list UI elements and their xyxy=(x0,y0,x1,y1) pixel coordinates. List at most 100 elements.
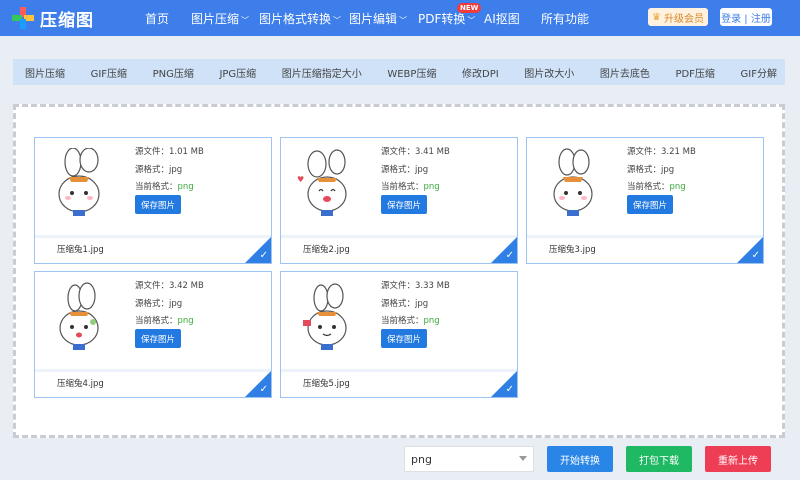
bunny-mascot-image: ♥ xyxy=(297,149,347,216)
save-image-button[interactable]: 保存图片 xyxy=(381,329,427,348)
save-image-button[interactable]: 保存图片 xyxy=(135,329,181,348)
source-format: 源格式：jpg xyxy=(135,298,183,309)
nav-home[interactable]: 首页 xyxy=(145,10,169,27)
current-format: 当前格式：png xyxy=(627,179,696,197)
nav-label: 图片压缩 xyxy=(191,12,240,26)
result-card: 源文件：3.21 MB 源格式：jpg 当前格式：png 保存图片 压缩兔3.j… xyxy=(526,137,764,264)
file-name: 压缩兔1.jpg xyxy=(57,245,104,255)
subnav-modify-dpi[interactable]: 修改DPI xyxy=(462,65,499,80)
card-divider xyxy=(527,235,763,238)
source-format: 源格式：jpg xyxy=(627,164,675,175)
image-thumbnail xyxy=(43,280,115,360)
file-name: 压缩兔3.jpg xyxy=(549,245,596,255)
login-register-button[interactable]: 登录 | 注册 xyxy=(720,8,772,26)
current-format-prefix: 当前格式： xyxy=(381,316,424,326)
card-divider xyxy=(281,235,517,238)
nav-all-features[interactable]: 所有功能 xyxy=(541,10,589,27)
current-format-value: png xyxy=(177,316,194,326)
upload-dropzone[interactable]: 源文件：1.01 MB 源格式：jpg 当前格式：png 保存图片 压缩兔1.j… xyxy=(13,104,785,438)
subnav-image-compress[interactable]: 图片压缩 xyxy=(25,65,65,80)
check-icon: ✓ xyxy=(505,384,514,395)
current-format-value: png xyxy=(669,182,686,192)
current-format-value: png xyxy=(177,182,194,192)
bunny-mascot-image xyxy=(553,148,593,216)
result-card: ♥ 源文件：3.41 MB 源格式：jpg 当前格式：png 保存图片 压缩兔2… xyxy=(280,137,518,264)
subnav-resize-image[interactable]: 图片改大小 xyxy=(524,65,574,80)
save-image-button[interactable]: 保存图片 xyxy=(135,195,181,214)
save-image-button[interactable]: 保存图片 xyxy=(381,195,427,214)
nav-label: AI抠图 xyxy=(484,12,520,26)
current-format: 当前格式：png xyxy=(135,179,204,197)
chevron-down-icon: ﹀ xyxy=(241,16,250,25)
file-info: 源文件：3.42 MB 源格式：jpg 当前格式：png xyxy=(135,278,204,331)
crown-icon: ♛ xyxy=(652,11,661,23)
subnav-pdf-compress[interactable]: PDF压缩 xyxy=(675,65,714,80)
image-thumbnail: ♥ xyxy=(289,146,361,226)
check-icon: ✓ xyxy=(259,250,268,261)
subnav-gif-split[interactable]: GIF分解 xyxy=(741,65,777,80)
nav-label: 图片编辑 xyxy=(349,12,398,26)
new-badge: NEW xyxy=(457,3,482,13)
reupload-button[interactable]: 重新上传 xyxy=(705,446,771,472)
subnav-compress-to-size[interactable]: 图片压缩指定大小 xyxy=(282,65,362,80)
source-size: 源文件：3.33 MB xyxy=(381,281,450,291)
current-format: 当前格式：png xyxy=(381,313,450,331)
nav-label: 图片格式转换 xyxy=(259,12,332,26)
subnav-webp-compress[interactable]: WEBP压缩 xyxy=(387,65,436,80)
card-divider xyxy=(35,369,271,372)
result-card: 源文件：1.01 MB 源格式：jpg 当前格式：png 保存图片 压缩兔1.j… xyxy=(34,137,272,264)
source-size: 源文件：3.41 MB xyxy=(381,147,450,157)
logo-text: 压缩图 xyxy=(40,10,94,31)
nav-label: 所有功能 xyxy=(541,12,590,26)
card-divider xyxy=(35,235,271,238)
nav-ai-cutout[interactable]: AI抠图 xyxy=(484,10,520,27)
file-name: 压缩兔4.jpg xyxy=(57,379,104,389)
output-format-select[interactable]: png xyxy=(404,446,534,472)
source-size: 源文件：3.42 MB xyxy=(135,281,204,291)
current-format-value: png xyxy=(423,182,440,192)
chevron-down-icon: ﹀ xyxy=(467,16,476,25)
image-thumbnail xyxy=(289,280,361,360)
subnav-remove-background[interactable]: 图片去底色 xyxy=(600,65,650,80)
download-all-button[interactable]: 打包下载 xyxy=(626,446,692,472)
file-name: 压缩兔5.jpg xyxy=(303,379,350,389)
subnav-gif-compress[interactable]: GIF压缩 xyxy=(91,65,127,80)
current-format-prefix: 当前格式： xyxy=(381,182,424,192)
bunny-mascot-image xyxy=(303,283,347,350)
source-format: 源格式：jpg xyxy=(381,164,429,175)
card-divider xyxy=(281,369,517,372)
nav-image-compress[interactable]: 图片压缩 ﹀ xyxy=(191,10,249,27)
current-format-prefix: 当前格式： xyxy=(135,316,178,326)
subnav-png-compress[interactable]: PNG压缩 xyxy=(153,65,194,80)
save-image-button[interactable]: 保存图片 xyxy=(627,195,673,214)
upgrade-vip-button[interactable]: ♛ 升级会员 xyxy=(648,8,708,26)
file-info: 源文件：3.41 MB 源格式：jpg 当前格式：png xyxy=(381,144,450,197)
file-info: 源文件：3.21 MB 源格式：jpg 当前格式：png xyxy=(627,144,696,197)
source-size: 源文件：3.21 MB xyxy=(627,147,696,157)
nav-label: PDF转换 xyxy=(418,12,466,26)
bunny-mascot-image xyxy=(58,148,100,216)
nav-image-edit[interactable]: 图片编辑 ﹀ xyxy=(349,10,407,27)
source-format: 源格式：jpg xyxy=(381,298,429,309)
caret-down-icon xyxy=(519,456,527,461)
nav-format-convert[interactable]: 图片格式转换 ﹀ xyxy=(259,10,341,27)
start-convert-button[interactable]: 开始转换 xyxy=(547,446,613,472)
result-card: 源文件：3.33 MB 源格式：jpg 当前格式：png 保存图片 压缩兔5.j… xyxy=(280,271,518,398)
file-info: 源文件：1.01 MB 源格式：jpg 当前格式：png xyxy=(135,144,204,197)
site-logo[interactable]: 压缩图 xyxy=(12,5,94,31)
current-format-prefix: 当前格式： xyxy=(627,182,670,192)
svg-text:♥: ♥ xyxy=(297,175,304,184)
current-format-value: png xyxy=(423,316,440,326)
chevron-down-icon: ﹀ xyxy=(399,16,408,25)
check-icon: ✓ xyxy=(259,384,268,395)
source-size: 源文件：1.01 MB xyxy=(135,147,204,157)
current-format: 当前格式：png xyxy=(381,179,450,197)
subnav-jpg-compress[interactable]: JPG压缩 xyxy=(219,65,256,80)
selected-format: png xyxy=(411,452,432,466)
source-format: 源格式：jpg xyxy=(135,164,183,175)
image-thumbnail xyxy=(43,146,115,226)
chevron-down-icon: ﹀ xyxy=(333,16,342,25)
file-name: 压缩兔2.jpg xyxy=(303,245,350,255)
image-thumbnail xyxy=(535,146,607,226)
logo-icon xyxy=(12,7,34,29)
